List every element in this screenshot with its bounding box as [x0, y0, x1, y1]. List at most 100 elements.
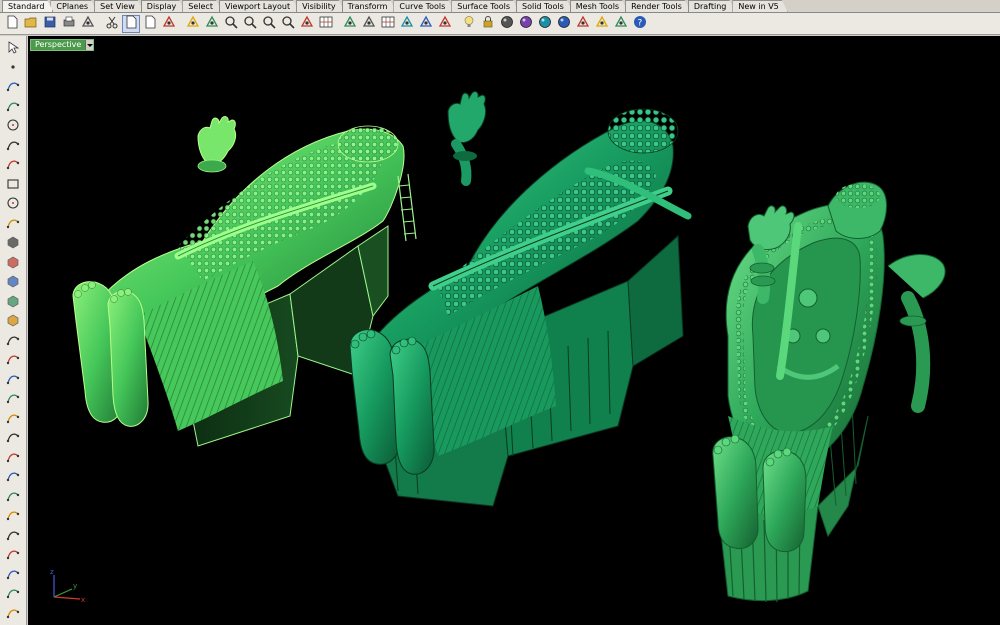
box-solid-tool-button[interactable]: [3, 273, 23, 292]
tab-transform[interactable]: Transform: [342, 0, 397, 12]
boolean-tool-button[interactable]: [3, 351, 23, 370]
viewport-title-tab[interactable]: Perspective: [30, 39, 95, 51]
select-arrow-tool-button[interactable]: [3, 39, 23, 58]
mesh-tool-button[interactable]: [3, 332, 23, 351]
array-tool-button[interactable]: [3, 546, 23, 565]
rotate-view-button[interactable]: [298, 15, 316, 33]
polygon-tool-button[interactable]: [3, 156, 23, 175]
ellipse-icon: [6, 195, 20, 214]
tab-select[interactable]: Select: [182, 0, 222, 12]
grid-snap-button[interactable]: [379, 15, 397, 33]
lock-button[interactable]: [479, 15, 497, 33]
tab-mesh-tools[interactable]: Mesh Tools: [570, 0, 628, 12]
color-wheel-button[interactable]: [498, 15, 516, 33]
cplane-view-icon: [438, 14, 452, 33]
render-tool-button[interactable]: [3, 605, 23, 624]
zoom-selected-button[interactable]: [279, 15, 297, 33]
osnap-button[interactable]: [398, 15, 416, 33]
cplane-view-button[interactable]: [436, 15, 454, 33]
grid-button[interactable]: [317, 15, 335, 33]
options-button[interactable]: [612, 15, 630, 33]
tab-curve-tools[interactable]: Curve Tools: [393, 0, 454, 12]
named-view-button[interactable]: [360, 15, 378, 33]
rebuild-tool-button[interactable]: [3, 390, 23, 409]
pan-hand-button[interactable]: [184, 15, 202, 33]
lasso-button[interactable]: [593, 15, 611, 33]
rectangle-tool-button[interactable]: [3, 176, 23, 195]
trim-tool-button[interactable]: [3, 488, 23, 507]
rebuild-icon: [6, 390, 20, 409]
render-preview-button[interactable]: [574, 15, 592, 33]
tab-display[interactable]: Display: [141, 0, 186, 12]
tab-drafting[interactable]: Drafting: [688, 0, 736, 12]
block-tool-button[interactable]: [3, 585, 23, 604]
freeform-tool-button[interactable]: [3, 215, 23, 234]
perspective-viewport[interactable]: Perspective x y z: [28, 36, 1000, 625]
open-folder-button[interactable]: [22, 15, 40, 33]
undo-button[interactable]: [160, 15, 178, 33]
dimension-icon: [6, 410, 20, 429]
tab-solid-tools[interactable]: Solid Tools: [516, 0, 573, 12]
surface-tool-button[interactable]: [3, 234, 23, 253]
zoom-in-button[interactable]: [222, 15, 240, 33]
point-tool-button[interactable]: [3, 59, 23, 78]
zoom-window-button[interactable]: [241, 15, 259, 33]
shaded-sphere-button[interactable]: [555, 15, 573, 33]
viewport-layout-button[interactable]: [341, 15, 359, 33]
material-button[interactable]: [517, 15, 535, 33]
arc-tool-button[interactable]: [3, 137, 23, 156]
tab-cplanes[interactable]: CPlanes: [50, 0, 97, 12]
join-icon: [6, 507, 20, 526]
block-icon: [6, 585, 20, 604]
tab-viewport-layout[interactable]: Viewport Layout: [219, 0, 299, 12]
tab-render-tools[interactable]: Render Tools: [625, 0, 691, 12]
zoom-extents-button[interactable]: [260, 15, 278, 33]
save-button[interactable]: [41, 15, 59, 33]
split-tool-button[interactable]: [3, 468, 23, 487]
z-axis-label: z: [50, 569, 54, 576]
fillet-tool-button[interactable]: [3, 449, 23, 468]
group-tool-button[interactable]: [3, 566, 23, 585]
cplane-button[interactable]: [417, 15, 435, 33]
cylinder-tool-button[interactable]: [3, 312, 23, 331]
sphere-icon: [6, 293, 20, 312]
tab-standard[interactable]: Standard: [2, 0, 53, 12]
tab-visibility[interactable]: Visibility: [296, 0, 345, 12]
new-file-button[interactable]: [3, 15, 21, 33]
text-tool-button[interactable]: [3, 429, 23, 448]
extrude-icon: [6, 254, 20, 273]
viewport-menu-dropdown[interactable]: [85, 40, 94, 50]
render-icon: [6, 605, 20, 624]
open-folder-icon: [24, 14, 38, 33]
sphere-tool-button[interactable]: [3, 293, 23, 312]
help-button[interactable]: ?: [631, 15, 649, 33]
model-figure-3[interactable]: [712, 181, 946, 603]
extrude-tool-button[interactable]: [3, 254, 23, 273]
tab-set-view[interactable]: Set View: [94, 0, 144, 12]
toolbar-tab-strip: Standard CPlanes Set View Display Select View…: [0, 0, 1000, 13]
x-axis-line: [53, 596, 81, 600]
pan-hand-icon: [186, 14, 200, 33]
point-icon: [6, 59, 20, 78]
circle-tool-button[interactable]: [3, 117, 23, 136]
viewport-title: Perspective: [35, 40, 82, 49]
join-tool-button[interactable]: [3, 507, 23, 526]
explode-tool-button[interactable]: [3, 527, 23, 546]
paste-button[interactable]: [141, 15, 159, 33]
polyline-tool-button[interactable]: [3, 78, 23, 97]
dimension-tool-button[interactable]: [3, 410, 23, 429]
cut-button[interactable]: [103, 15, 121, 33]
tab-new-in-v5[interactable]: New in V5: [732, 0, 787, 12]
import-button[interactable]: [79, 15, 97, 33]
bulb-button[interactable]: [460, 15, 478, 33]
text-icon: [6, 429, 20, 448]
tab-surface-tools[interactable]: Surface Tools: [451, 0, 519, 12]
print-button[interactable]: [60, 15, 78, 33]
edit-points-tool-button[interactable]: [3, 371, 23, 390]
lasso-icon: [595, 14, 609, 33]
render-sphere-button[interactable]: [536, 15, 554, 33]
ellipse-tool-button[interactable]: [3, 195, 23, 214]
move-cross-button[interactable]: [203, 15, 221, 33]
curve-tool-button[interactable]: [3, 98, 23, 117]
copy-button[interactable]: [122, 14, 140, 33]
